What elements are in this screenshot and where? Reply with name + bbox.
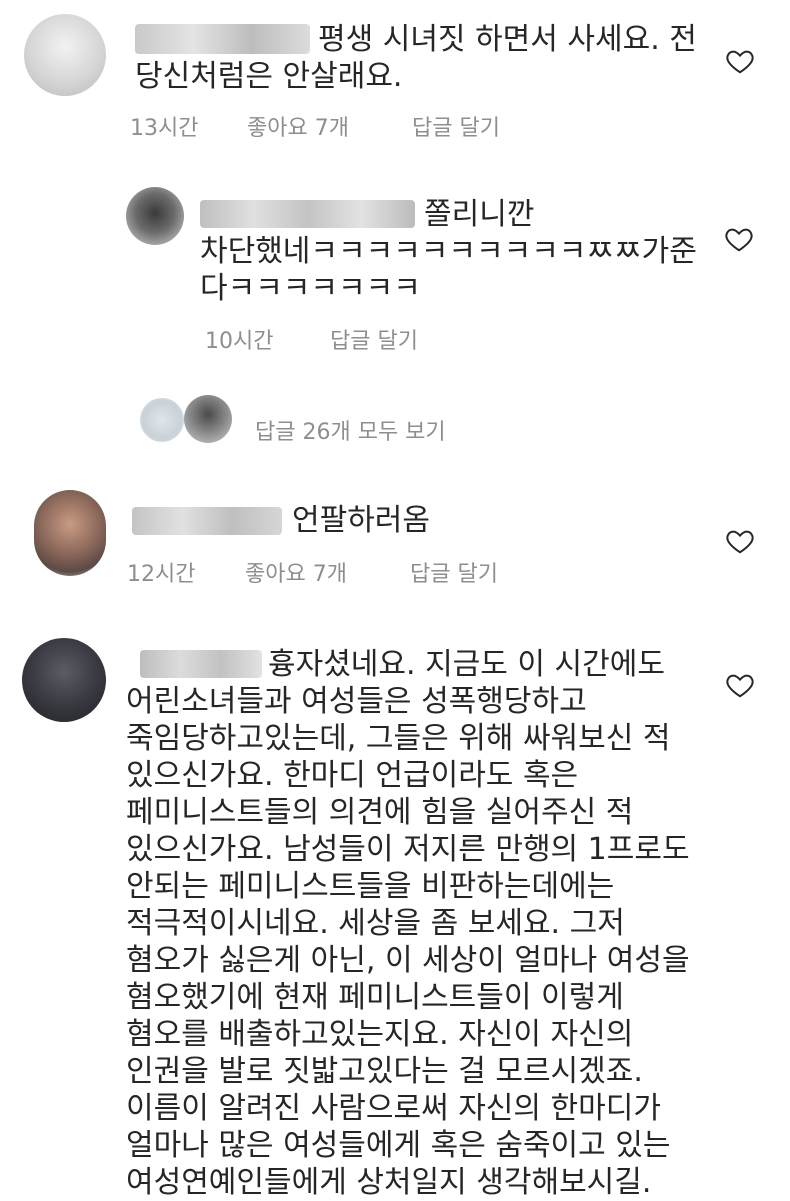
reply-button[interactable]: 답글 달기 (412, 110, 500, 142)
view-replies-button[interactable]: 답글 26개 모두 보기 (255, 414, 446, 446)
comment-text: 이름이 알려진 사람으로써 자신의 한마디가 (126, 1091, 661, 1126)
comment-text: 죽임당하고있는데, 그들은 위해 싸워보신 적 (126, 721, 671, 756)
username-blurred[interactable] (132, 507, 282, 535)
comment-text: 평생 시녀짓 하면서 사세요. 전 (318, 22, 697, 57)
username-blurred[interactable] (135, 24, 310, 54)
avatar[interactable] (126, 187, 184, 245)
comment-text: 여성연예인들에게 상처일지 생각해보시길. (126, 1165, 652, 1200)
heart-icon[interactable] (724, 224, 754, 254)
comment-text: 언팔하러옴 (292, 503, 430, 538)
avatar (184, 395, 232, 443)
avatar (140, 398, 184, 442)
comment-text: 있으신가요. 남성들이 저지른 만행의 1프로도 (126, 832, 690, 867)
comment-text: 혐오가 싫은게 아닌, 이 세상이 얼마나 여성을 (126, 943, 690, 978)
heart-icon[interactable] (725, 670, 755, 700)
comment-text: 혐오했기에 현재 페미니스트들이 이렇게 (126, 980, 624, 1015)
comment-time: 12시간 (127, 562, 196, 587)
username-blurred[interactable] (140, 650, 262, 678)
reply-button[interactable]: 답글 달기 (330, 323, 418, 355)
comment-text: 차단했네ㅋㅋㅋㅋㅋㅋㅋㅋㅋㅋㅉㅉ가준 (200, 234, 697, 269)
avatar[interactable] (34, 490, 106, 576)
comment-text: 페미니스트들의 의견에 힘을 실어주신 적 (126, 795, 634, 830)
username-blurred[interactable] (200, 200, 415, 228)
comment-time: 13시간 (130, 116, 199, 141)
likes-count[interactable]: 좋아요 7개 (247, 110, 349, 142)
avatar[interactable] (24, 14, 106, 96)
comment-text: 있으신가요. 한마디 언급이라도 혹은 (126, 758, 579, 793)
comment-text: 당신처럼은 안살래요. (135, 59, 403, 94)
comment-text: 얼마나 많은 여성들에게 혹은 숨죽이고 있는 (126, 1128, 671, 1163)
comment-text: 인권을 발로 짓밟고있다는 걸 모르시겠죠. (126, 1054, 643, 1089)
comment-text: 다ㅋㅋㅋㅋㅋㅋㅋ (200, 271, 421, 306)
comment-text: 혐오를 배출하고있는지요. 자신이 자신의 (126, 1017, 634, 1052)
comment-text: 흉자셨네요. 지금도 이 시간에도 (268, 647, 665, 682)
heart-icon[interactable] (725, 526, 755, 556)
comment-text: 어린소녀들과 여성들은 성폭행당하고 (126, 684, 587, 719)
comment-time: 10시간 (205, 329, 274, 354)
comment-text: 쫄리니깐 (424, 197, 535, 232)
likes-count[interactable]: 좋아요 7개 (245, 556, 347, 588)
reply-button[interactable]: 답글 달기 (410, 556, 498, 588)
comment-text: 적극적이시네요. 세상을 좀 보세요. 그저 (126, 906, 625, 941)
heart-icon[interactable] (725, 46, 755, 76)
comment-text: 안되는 페미니스트들을 비판하는데에는 (126, 869, 615, 904)
avatar[interactable] (22, 638, 106, 722)
